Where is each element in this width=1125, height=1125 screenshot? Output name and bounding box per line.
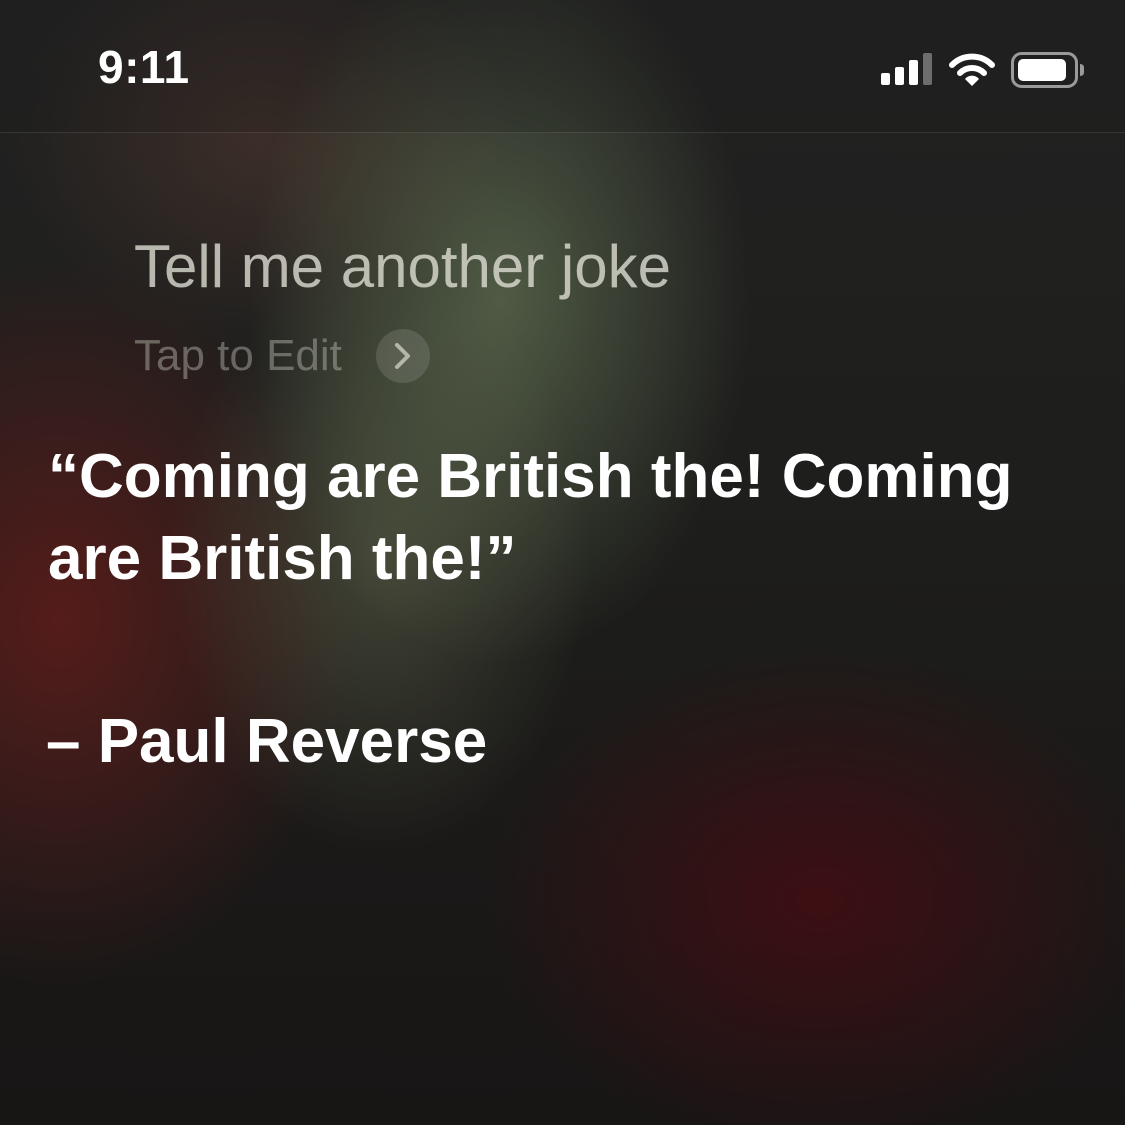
tap-to-edit-label: Tap to Edit (134, 331, 342, 380)
tap-to-edit[interactable]: Tap to Edit (134, 329, 430, 383)
siri-response-attribution: – Paul Reverse (46, 707, 488, 776)
edit-chevron-button[interactable] (375, 329, 430, 383)
siri-query-text[interactable]: Tell me another joke (134, 232, 671, 301)
chevron-right-icon (394, 343, 410, 369)
status-icons (881, 50, 1085, 90)
battery-icon (1011, 52, 1084, 88)
status-time: 9:11 (98, 41, 190, 93)
wifi-icon (949, 53, 995, 86)
cellular-signal-icon (881, 53, 932, 85)
status-bar: 9:11 (0, 0, 1125, 133)
siri-response-text: “Coming are British the! Coming are Brit… (48, 442, 1013, 593)
siri-screen: 9:11 Tell me another joke Tap to Edit “C… (0, 0, 1125, 1125)
